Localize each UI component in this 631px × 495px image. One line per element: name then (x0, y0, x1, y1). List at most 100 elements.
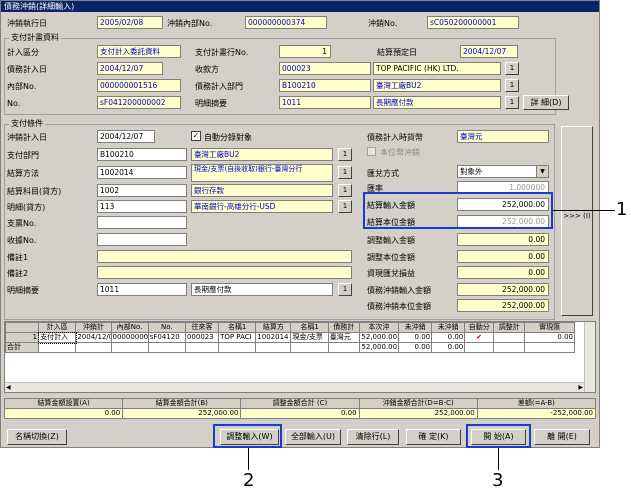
fx-loss-field[interactable]: 0.00 (457, 266, 549, 279)
scroll-left-icon[interactable]: ◀ (6, 383, 11, 392)
grid-cell[interactable]: 0.00 (431, 332, 466, 343)
clear-row-button[interactable]: 清除行(L) (347, 429, 399, 445)
settle-date-field[interactable]: 2004/12/07 (460, 45, 518, 58)
detail-credit-lookup-button[interactable]: 1 (338, 200, 352, 213)
grid-cell[interactable]: 臺灣元 (327, 332, 360, 343)
check-no-label: 支票No. (7, 219, 37, 228)
offset-no-label: 沖銷No. (368, 19, 398, 28)
remark1-field[interactable] (97, 250, 352, 263)
plan-no-field[interactable]: sF041200000002 (97, 96, 181, 109)
settle-method-lookup-button[interactable]: 1 (338, 166, 352, 179)
internal-no-field[interactable]: 000000000374 (245, 16, 327, 29)
exchange-method-select[interactable]: 對象外 ▼ (457, 165, 549, 178)
grid-header-cell[interactable]: 債務計 (327, 322, 360, 333)
grid-header-cell[interactable]: 實現匯 (524, 322, 575, 333)
detail-button[interactable]: 詳 細(D) (523, 95, 569, 110)
cond-summary-name-field[interactable]: 長期應付款 (191, 283, 333, 296)
grid-header-cell[interactable]: No. (147, 322, 186, 333)
grid-header-cell[interactable]: 調整計 (493, 322, 526, 333)
payee-code-field[interactable]: 000023 (279, 62, 371, 75)
grid-header-cell[interactable]: 名稱1 (218, 322, 257, 333)
settle-method-name-field[interactable]: 現金/支票(自後收取)銀行-臺灣分行 (191, 164, 333, 182)
check-no-field[interactable] (97, 216, 187, 229)
all-input-button[interactable]: 全部輸入(U) (285, 429, 341, 445)
chevron-down-icon[interactable]: ▼ (536, 166, 548, 177)
settle-subject-code-field[interactable]: 1002 (97, 184, 187, 197)
detail-credit-name-field[interactable]: 華南銀行-高雄分行-USD (191, 200, 333, 213)
receipt-no-field[interactable] (97, 233, 187, 246)
cond-summary-code-field[interactable]: 1011 (97, 283, 187, 296)
grid-cell[interactable]: TOP PACI (218, 332, 257, 343)
calc-div-field[interactable]: 支付計入委託資料 (97, 45, 181, 58)
adj-input-label: 調整輸入金額 (367, 236, 415, 245)
auto-split-check-icon[interactable]: ✔ (464, 332, 495, 343)
auto-split-checkbox[interactable]: ✓ (191, 131, 201, 141)
grid-cell[interactable]: 1002014 (255, 332, 292, 343)
grid-header-cell[interactable]: 沖銷計 (75, 322, 112, 333)
detail-credit-code-field[interactable]: 113 (97, 200, 187, 213)
pay-dept-name-field[interactable]: 臺灣工廠BU2 (191, 148, 333, 161)
grid-cell[interactable]: 00000000 (110, 332, 149, 343)
grid-cell[interactable]: 2004/12/0 (75, 332, 112, 343)
debt-dept-lookup-button[interactable]: 1 (505, 79, 519, 92)
row-number[interactable]: 1 (4, 332, 40, 343)
cond-offset-date-field[interactable]: 2004/12/07 (97, 130, 155, 143)
adj-input-field[interactable]: 0.00 (457, 233, 549, 246)
plan-summary-lookup-button[interactable]: 1 (505, 96, 519, 109)
plan-summary-name-field[interactable]: 長期應付款 (373, 96, 501, 109)
grid-header-cell[interactable]: 未沖銷 (398, 322, 433, 333)
grid-cell[interactable]: 0.00 (398, 332, 433, 343)
grid-header-cell[interactable]: 自動分 (464, 322, 495, 333)
pay-dept-label: 支付部門 (7, 151, 39, 160)
plan-internal-no-field[interactable]: 000000001516 (97, 79, 181, 92)
cond-summary-lookup-button[interactable]: 1 (338, 283, 352, 296)
grid-header-cell[interactable]: 內部No. (110, 322, 149, 333)
confirm-button[interactable]: 確 定(K) (406, 429, 461, 445)
offset-no-field[interactable]: sC050200000001 (427, 16, 519, 29)
grid-header-cell[interactable]: 未沖銷 (431, 322, 466, 333)
close-button[interactable]: 離 開(E) (534, 429, 590, 445)
payment-plan-no-field[interactable]: 1 (279, 45, 331, 58)
summary-header: 調整金額合計 (C) (240, 398, 360, 409)
vertical-scrollbar[interactable] (584, 322, 595, 392)
local-offset-checkbox[interactable] (367, 147, 376, 156)
total-row: 合計 52,000.00 0.00 0.00 (4, 342, 575, 353)
settle-subject-name-field[interactable]: 銀行存款 (191, 184, 333, 197)
grid-header-cell[interactable]: 計入區 (38, 322, 77, 333)
grid-header-cell[interactable]: 本次沖 (358, 322, 400, 333)
grid-cell[interactable]: 現金/支票 (290, 332, 329, 343)
settle-method-code-field[interactable]: 1002014 (97, 166, 187, 179)
grid-cell[interactable]: sF04120 (147, 332, 186, 343)
grid-cell[interactable]: 52,000.00 (358, 332, 400, 343)
settle-date-label: 結算預定日 (377, 48, 417, 57)
grid-header-cell[interactable]: 名稱1 (290, 322, 329, 333)
adj-local-field[interactable]: 0.00 (457, 250, 549, 263)
plan-summary-label: 明細摘要 (195, 99, 227, 108)
scroll-right-icon[interactable]: ▶ (578, 383, 583, 392)
table-row[interactable]: 1 支付計入 2004/12/0 00000000 sF04120 000023… (4, 331, 575, 344)
pay-dept-code-field[interactable]: B100210 (97, 148, 187, 161)
debt-offset-local-field[interactable]: 252,000.00 (457, 299, 549, 312)
payee-lookup-button[interactable]: 1 (505, 62, 519, 75)
pay-dept-lookup-button[interactable]: 1 (338, 148, 352, 161)
grid-cell[interactable]: 0.00 (524, 332, 575, 343)
debt-dept-code-field[interactable]: B100210 (279, 79, 371, 92)
remark2-field[interactable] (97, 266, 352, 279)
grid-header-cell[interactable]: 結算方 (255, 322, 292, 333)
payee-name-field[interactable]: TOP PACIFIC (HK) LTD. (373, 62, 501, 75)
expand-side-button[interactable]: >>> (I) (561, 126, 593, 316)
grid-cell[interactable]: 000023 (184, 332, 220, 343)
debt-offset-input-field[interactable]: 252,000.00 (457, 283, 549, 296)
horizontal-scrollbar[interactable]: ◀ ▶ (5, 382, 584, 392)
grid-cell[interactable]: 支付計入 (37, 331, 77, 344)
settle-subject-lookup-button[interactable]: 1 (338, 184, 352, 197)
grid-cell[interactable] (493, 332, 526, 343)
name-switch-button[interactable]: 名稱切換(Z) (7, 429, 67, 445)
offset-date-field[interactable]: 2005/02/08 (97, 16, 163, 29)
debt-date-field[interactable]: 2004/12/07 (97, 62, 163, 75)
debt-dept-name-field[interactable]: 臺灣工廠BU2 (373, 79, 501, 92)
grid-header-cell[interactable]: 往來客 (184, 322, 220, 333)
offset-date-label: 沖銷執行日 (7, 19, 47, 28)
plan-summary-code-field[interactable]: 1011 (279, 96, 371, 109)
debt-currency-field[interactable]: 臺灣元 (457, 130, 549, 143)
